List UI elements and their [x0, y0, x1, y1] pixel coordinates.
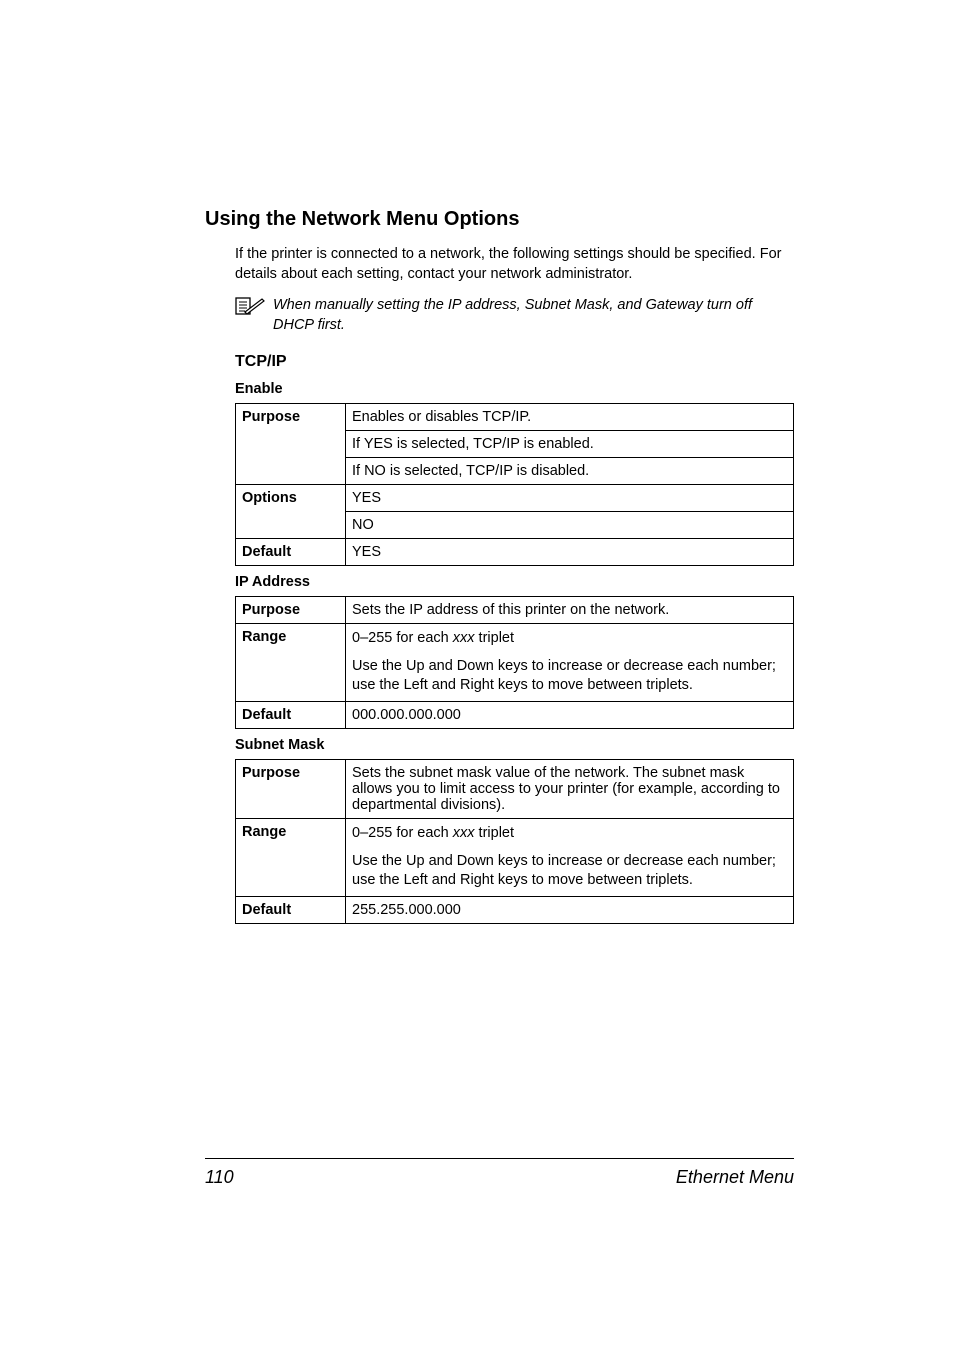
enable-heading: Enable [235, 381, 794, 397]
enable-default-value: YES [346, 539, 794, 566]
ip-default-label: Default [236, 701, 346, 728]
subnet-table: Purpose Sets the subnet mask value of th… [235, 759, 794, 924]
enable-purpose-3: If NO is selected, TCP/IP is disabled. [346, 458, 794, 485]
ip-range-1-em: xxx [453, 630, 475, 646]
enable-default-label: Default [236, 539, 346, 566]
footer-page-number: 110 [205, 1167, 234, 1188]
ip-range-2: Use the Up and Down keys to increase or … [352, 657, 787, 696]
subnet-range-cell: 0–255 for each xxx triplet Use the Up an… [346, 818, 794, 896]
note-text: When manually setting the IP address, Su… [273, 296, 794, 335]
subnet-heading: Subnet Mask [235, 737, 794, 753]
enable-options-2: NO [346, 512, 794, 539]
ip-range-1-post: triplet [475, 630, 515, 646]
subnet-range-label: Range [236, 818, 346, 896]
ip-range-1-pre: 0–255 for each [352, 630, 453, 646]
note-icon [235, 296, 265, 321]
note-row: When manually setting the IP address, Su… [235, 296, 794, 335]
enable-options-1: YES [346, 485, 794, 512]
subnet-range-1-post: triplet [475, 825, 515, 841]
subnet-purpose-value: Sets the subnet mask value of the networ… [346, 759, 794, 818]
subnet-range-2: Use the Up and Down keys to increase or … [352, 852, 787, 891]
ip-range-label: Range [236, 624, 346, 702]
enable-purpose-2: If YES is selected, TCP/IP is enabled. [346, 431, 794, 458]
ip-purpose-label: Purpose [236, 597, 346, 624]
tcpip-heading: TCP/IP [235, 353, 794, 371]
enable-table: Purpose Enables or disables TCP/IP. If Y… [235, 403, 794, 566]
subnet-default-label: Default [236, 896, 346, 923]
page-footer: 110 Ethernet Menu [205, 1158, 794, 1188]
subnet-range-1-pre: 0–255 for each [352, 825, 453, 841]
enable-purpose-label: Purpose [236, 404, 346, 485]
ip-heading: IP Address [235, 574, 794, 590]
page-heading: Using the Network Menu Options [205, 208, 794, 231]
enable-options-label: Options [236, 485, 346, 539]
subnet-default-value: 255.255.000.000 [346, 896, 794, 923]
subnet-range-1-em: xxx [453, 825, 475, 841]
ip-default-value: 000.000.000.000 [346, 701, 794, 728]
ip-range-cell: 0–255 for each xxx triplet Use the Up an… [346, 624, 794, 702]
footer-section-title: Ethernet Menu [676, 1167, 794, 1188]
subnet-purpose-label: Purpose [236, 759, 346, 818]
enable-purpose-1: Enables or disables TCP/IP. [346, 404, 794, 431]
ip-purpose-value: Sets the IP address of this printer on t… [346, 597, 794, 624]
ip-table: Purpose Sets the IP address of this prin… [235, 596, 794, 729]
intro-paragraph: If the printer is connected to a network… [235, 245, 794, 284]
